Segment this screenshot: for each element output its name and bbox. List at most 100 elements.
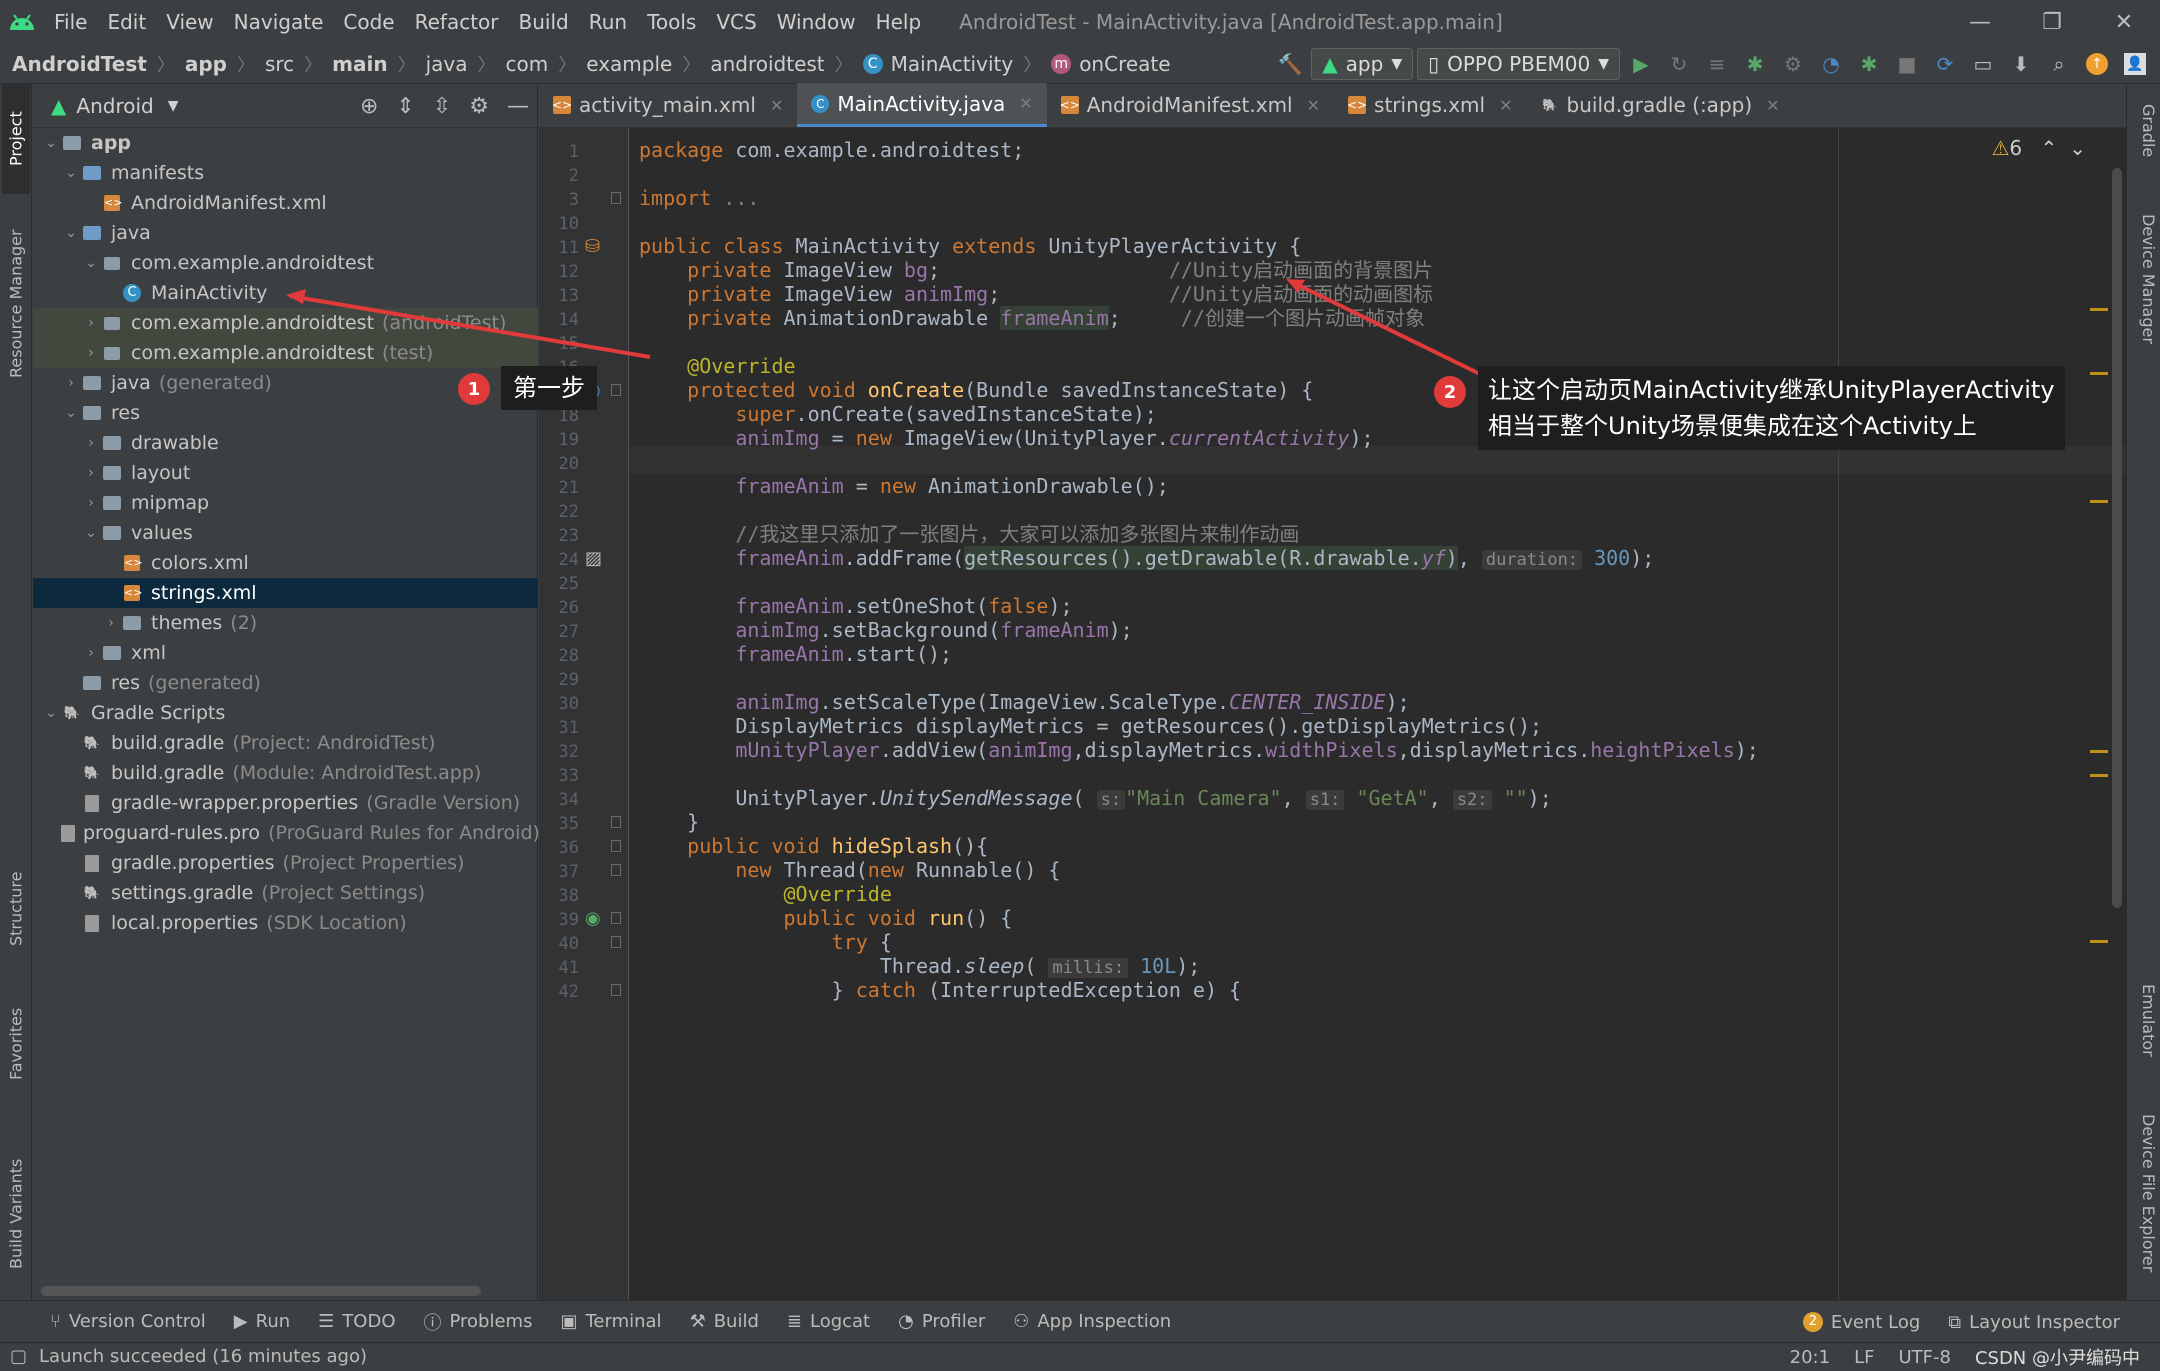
breadcrumb-oncreate[interactable]: onCreate — [1079, 52, 1170, 76]
menu-run[interactable]: Run — [579, 10, 637, 34]
image-preview-icon[interactable]: ▨ — [585, 548, 602, 569]
error-stripe-mark[interactable] — [2090, 372, 2108, 375]
tree-item[interactable]: C MainActivity — [33, 278, 538, 308]
fold-marker-icon[interactable] — [611, 840, 621, 852]
tool-version-control[interactable]: ⑂ Version Control — [0, 1311, 220, 1332]
apply-code-changes-icon[interactable]: ≡ — [1700, 49, 1734, 79]
editor-tab[interactable]: C MainActivity.java ✕ — [797, 83, 1047, 127]
horizontal-scrollbar[interactable] — [41, 1286, 481, 1296]
file-encoding[interactable]: UTF-8 — [1898, 1347, 1950, 1368]
breadcrumb-app[interactable]: app — [185, 52, 227, 76]
code-line[interactable]: mUnityPlayer.addView(animImg,displayMetr… — [639, 734, 1759, 767]
breadcrumb-main[interactable]: main — [332, 52, 387, 76]
minimize-icon[interactable]: — — [1944, 0, 2016, 44]
make-project-icon[interactable]: 🔨 — [1273, 49, 1307, 79]
breadcrumb-src[interactable]: src — [265, 52, 294, 76]
status-toggle-icon[interactable]: ▢ — [10, 1346, 27, 1367]
fold-marker-icon[interactable] — [611, 984, 621, 996]
tree-item[interactable]: proguard-rules.pro (ProGuard Rules for An… — [33, 818, 540, 848]
chevron-down-icon[interactable]: ⌄ — [61, 165, 81, 181]
profile-icon[interactable]: ◔ — [1814, 49, 1848, 79]
editor-tab[interactable]: 🐘 build.gradle (:app) ✕ — [1527, 83, 1794, 127]
tree-item[interactable]: › drawable — [33, 428, 538, 458]
tab-project[interactable]: Project — [2, 84, 30, 194]
tool-profiler[interactable]: ◔ Profiler — [884, 1311, 999, 1332]
line-separator[interactable]: LF — [1854, 1347, 1874, 1368]
error-stripe-mark[interactable] — [2090, 308, 2108, 311]
tool-problems[interactable]: ⓘ Problems — [410, 1309, 547, 1335]
implemented-icon[interactable]: ⛁ — [585, 236, 600, 257]
tab-structure[interactable]: Structure — [2, 854, 30, 964]
chevron-down-icon[interactable]: ⌄ — [81, 255, 101, 271]
tree-item[interactable]: res (generated) — [33, 668, 538, 698]
tree-item[interactable]: ⌄ com.example.androidtest — [33, 248, 538, 278]
tree-item[interactable]: <> AndroidManifest.xml — [33, 188, 538, 218]
menu-vcs[interactable]: VCS — [706, 10, 766, 34]
chevron-down-icon[interactable]: ⌄ — [61, 225, 81, 241]
chevron-right-icon[interactable]: › — [61, 375, 81, 391]
caret-position[interactable]: 20:1 — [1790, 1347, 1830, 1368]
tree-item[interactable]: 🐘 settings.gradle (Project Settings) — [33, 878, 538, 908]
editor-tab[interactable]: <> AndroidManifest.xml ✕ — [1047, 83, 1334, 127]
close-icon[interactable]: ✕ — [1019, 94, 1032, 113]
code-line[interactable]: animImg = new ImageView(UnityPlayer.curr… — [639, 422, 1373, 455]
fold-marker-icon[interactable] — [611, 816, 621, 828]
editor-scrollbar[interactable] — [2112, 168, 2122, 908]
run-config-select[interactable]: ▲ app ▼ — [1311, 48, 1414, 80]
fold-marker-icon[interactable] — [611, 192, 621, 204]
menu-window[interactable]: Window — [767, 10, 866, 34]
sync-gradle-icon[interactable]: ⟳ — [1928, 49, 1962, 79]
menu-build[interactable]: Build — [509, 10, 579, 34]
tree-item[interactable]: ⌄ 🐘 Gradle Scripts — [33, 698, 538, 728]
tool-event-log[interactable]: 2 Event Log — [1789, 1312, 1934, 1333]
tool-run[interactable]: ▶ Run — [220, 1311, 304, 1332]
hide-icon[interactable]: — — [507, 94, 529, 119]
editor-tab[interactable]: <> strings.xml ✕ — [1334, 83, 1526, 127]
status-message[interactable]: Launch succeeded (16 minutes ago) — [39, 1346, 367, 1367]
device-manager-icon[interactable]: ▭ — [1966, 49, 2000, 79]
breadcrumb-com[interactable]: com — [506, 52, 549, 76]
close-icon[interactable]: ✕ — [2088, 0, 2160, 44]
code-line[interactable]: } catch (InterruptedException e) { — [639, 974, 1241, 1007]
close-icon[interactable]: ✕ — [770, 96, 783, 115]
tool-layout-inspector[interactable]: ⧉ Layout Inspector — [1934, 1312, 2160, 1333]
override-icon[interactable]: ◉ — [585, 908, 601, 929]
code-line[interactable]: frameAnim.addFrame(getResources().getDra… — [639, 542, 1654, 575]
tree-item[interactable]: ⌄ values — [33, 518, 538, 548]
tab-build-variants[interactable]: Build Variants — [2, 1144, 30, 1284]
tree-item[interactable]: ⌄ java — [33, 218, 538, 248]
error-stripe-mark[interactable] — [2090, 774, 2108, 777]
menu-help[interactable]: Help — [866, 10, 932, 34]
apply-changes-icon[interactable]: ↻ — [1662, 49, 1696, 79]
tool-build[interactable]: ⚒ Build — [676, 1311, 773, 1332]
tool-logcat[interactable]: ≣ Logcat — [773, 1311, 884, 1332]
menu-refactor[interactable]: Refactor — [405, 10, 509, 34]
tree-item[interactable]: <> colors.xml — [33, 548, 538, 578]
project-view-select[interactable]: Android — [76, 94, 153, 118]
menu-edit[interactable]: Edit — [97, 10, 156, 34]
chevron-right-icon[interactable]: › — [81, 495, 101, 511]
chevron-right-icon[interactable]: › — [81, 645, 101, 661]
code-area[interactable]: package com.example.androidtest; import .… — [639, 128, 2126, 1300]
breadcrumb-java[interactable]: java — [426, 52, 468, 76]
chevron-down-icon[interactable]: ⌄ — [41, 705, 61, 721]
breadcrumb-androidtest[interactable]: androidtest — [710, 52, 824, 76]
search-icon[interactable]: ⌕ — [2042, 49, 2076, 79]
chevron-right-icon[interactable]: › — [81, 345, 101, 361]
chevron-down-icon[interactable]: ▼ — [168, 98, 179, 114]
tree-item[interactable]: › mipmap — [33, 488, 538, 518]
tree-item[interactable]: ⌄ app — [33, 128, 538, 158]
tree-item[interactable]: › layout — [33, 458, 538, 488]
tool-terminal[interactable]: ▣ Terminal — [546, 1311, 675, 1332]
tree-item[interactable]: › xml — [33, 638, 538, 668]
tree-item[interactable]: ⌄ manifests — [33, 158, 538, 188]
chevron-down-icon[interactable]: ⌄ — [41, 135, 61, 151]
tree-item[interactable]: ⌄ res — [33, 398, 538, 428]
menu-tools[interactable]: Tools — [637, 10, 706, 34]
chevron-down-icon[interactable]: ⌄ — [81, 525, 101, 541]
tree-item[interactable]: › com.example.androidtest (androidTest) — [33, 308, 538, 338]
code-line[interactable]: private AnimationDrawable frameAnim; //创… — [639, 302, 1425, 335]
chevron-right-icon[interactable]: › — [81, 435, 101, 451]
error-stripe-mark[interactable] — [2090, 940, 2108, 943]
error-stripe-mark[interactable] — [2090, 500, 2108, 503]
